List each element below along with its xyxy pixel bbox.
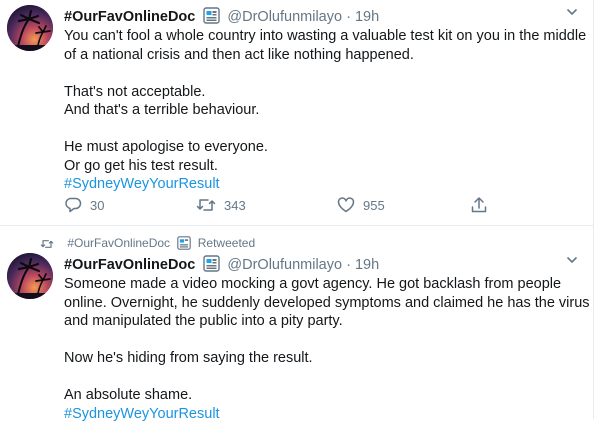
tweet-text-line: of a national crisis and then act like n… (64, 46, 584, 65)
tweet[interactable]: #OurFavOnlineDoc @DrOlufunmilayo · 19h Y… (0, 0, 593, 226)
retweet-button[interactable]: 343 (196, 196, 246, 214)
share-icon (470, 196, 488, 214)
reply-count: 30 (90, 198, 104, 213)
heart-icon (337, 196, 355, 214)
share-button[interactable] (470, 196, 488, 214)
tweet-text-line: That's not acceptable. (64, 83, 584, 102)
handle[interactable]: @DrOlufunmilayo (227, 9, 342, 25)
tweet-text-line: online. Overnight, he suddenly developed… (64, 294, 584, 313)
tweet-text-line: Or go get his test result. (64, 157, 584, 176)
hashtag-link[interactable]: #SydneyWeyYourResult (64, 175, 584, 194)
avatar[interactable] (7, 253, 53, 299)
separator-dot: · (346, 9, 351, 25)
tweet-text: Someone made a video mocking a govt agen… (64, 275, 584, 423)
handle[interactable]: @DrOlufunmilayo (227, 257, 342, 273)
display-name[interactable]: #OurFavOnlineDoc (64, 257, 195, 273)
retweet-icon (196, 196, 216, 214)
avatar[interactable] (7, 5, 53, 51)
tweet-text: You can't fool a whole country into wast… (64, 27, 584, 194)
chevron-down-icon[interactable] (565, 5, 579, 24)
tweet-text-line: Now he's hiding from saying the result. (64, 349, 584, 368)
tweet-text-line: Someone made a video mocking a govt agen… (64, 275, 584, 294)
tweet-text-line: and manipulated the public into a pity p… (64, 312, 584, 331)
verified-badge-icon (203, 7, 220, 28)
tweet[interactable]: #OurFavOnlineDoc @DrOlufunmilayo · 19h S… (0, 226, 593, 419)
reply-button[interactable]: 30 (64, 196, 104, 214)
hashtag-link[interactable]: #SydneyWeyYourResult (64, 405, 584, 423)
tweet-header: #OurFavOnlineDoc @DrOlufunmilayo · 19h (64, 7, 379, 28)
tweet-text-line: And that's a terrible behaviour. (64, 101, 584, 120)
tweet-header: #OurFavOnlineDoc @DrOlufunmilayo · 19h (64, 255, 379, 276)
paragraph-gap (64, 120, 584, 139)
timeline-right-border (593, 0, 594, 419)
timestamp[interactable]: 19h (355, 9, 379, 25)
tweet-text-line: You can't fool a whole country into wast… (64, 27, 584, 46)
tweet-text-line: An absolute shame. (64, 386, 584, 405)
verified-badge-icon (203, 255, 220, 276)
like-button[interactable]: 955 (337, 196, 385, 214)
tweet-actions: 30 343 955 (64, 196, 504, 216)
retweet-count: 343 (224, 198, 246, 213)
like-count: 955 (363, 198, 385, 213)
paragraph-gap (64, 64, 584, 83)
display-name[interactable]: #OurFavOnlineDoc (64, 9, 195, 25)
chevron-down-icon[interactable] (565, 253, 579, 272)
tweet-text-line: He must apologise to everyone. (64, 138, 584, 157)
separator-dot: · (346, 257, 351, 273)
paragraph-gap (64, 331, 584, 350)
paragraph-gap (64, 368, 584, 387)
timestamp[interactable]: 19h (355, 257, 379, 273)
reply-icon (64, 196, 82, 214)
